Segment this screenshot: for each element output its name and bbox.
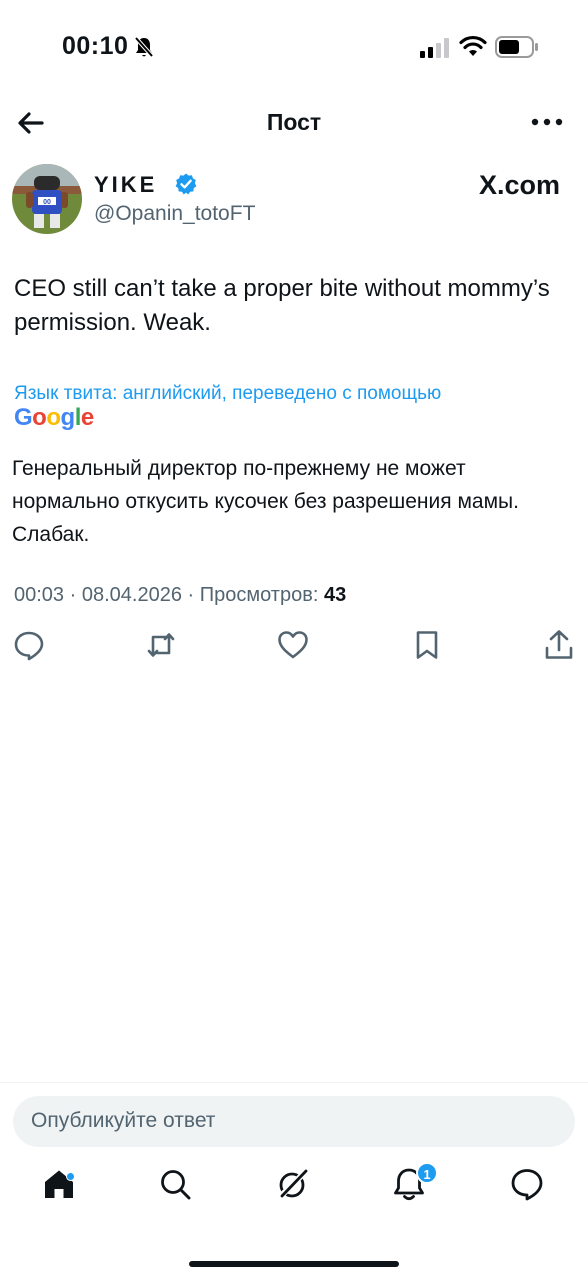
status-time: 00:10 bbox=[62, 32, 129, 60]
tweet-actions bbox=[0, 628, 588, 668]
google-logo: Google bbox=[14, 404, 94, 431]
more-horizontal-icon[interactable] bbox=[530, 110, 564, 134]
page-title: Пост bbox=[266, 109, 322, 135]
messages-icon[interactable] bbox=[509, 1166, 545, 1202]
home-indicator bbox=[189, 1261, 399, 1267]
signal-icon bbox=[420, 38, 449, 58]
like-icon[interactable] bbox=[276, 628, 310, 662]
display-name[interactable]: YIKE bbox=[94, 172, 157, 198]
tweet-date: 08.04.2026 bbox=[81, 584, 182, 606]
reply-placeholder: Опубликуйте ответ bbox=[31, 1109, 216, 1132]
retweet-icon[interactable] bbox=[144, 628, 178, 662]
tweet-meta: 00:03 · 08.04.2026 · Просмотров: 43 bbox=[14, 584, 347, 606]
reply-input[interactable]: Опубликуйте ответ bbox=[13, 1096, 575, 1147]
bell-off-icon bbox=[134, 36, 154, 58]
notifications-badge: 1 bbox=[416, 1162, 438, 1184]
x-logo: X.com bbox=[478, 170, 560, 200]
grok-icon[interactable] bbox=[275, 1166, 311, 1202]
tweet-text: CEO still can’t take a proper bite witho… bbox=[14, 275, 550, 336]
status-bar: 00:10 bbox=[0, 0, 588, 96]
divider bbox=[0, 1082, 588, 1083]
bookmark-icon[interactable] bbox=[410, 628, 444, 662]
avatar[interactable]: 00 bbox=[12, 164, 82, 234]
user-handle[interactable]: @Opanin_totoFT bbox=[94, 202, 255, 226]
svg-text:00: 00 bbox=[43, 199, 51, 206]
author-row: 00 YIKE @Opanin_totoFT X.com bbox=[12, 162, 576, 238]
tweet-time: 00:03 bbox=[14, 584, 65, 606]
home-unread-dot bbox=[66, 1172, 75, 1181]
verified-badge-icon bbox=[175, 173, 197, 195]
reply-icon[interactable] bbox=[12, 628, 46, 662]
post-header: Пост bbox=[0, 96, 588, 152]
translated-text: Генеральный директор по-прежнему не може… bbox=[12, 457, 519, 546]
wifi-icon bbox=[459, 35, 487, 56]
share-icon[interactable] bbox=[542, 628, 576, 662]
search-icon[interactable] bbox=[157, 1166, 193, 1202]
bottom-tabbar: 1 bbox=[0, 1160, 588, 1220]
views-count: 43 bbox=[323, 584, 347, 606]
translation-note[interactable]: Язык твита: английский, переведено с пом… bbox=[14, 383, 441, 405]
views-label: Просмотров: bbox=[199, 584, 319, 606]
battery-icon bbox=[495, 36, 538, 58]
